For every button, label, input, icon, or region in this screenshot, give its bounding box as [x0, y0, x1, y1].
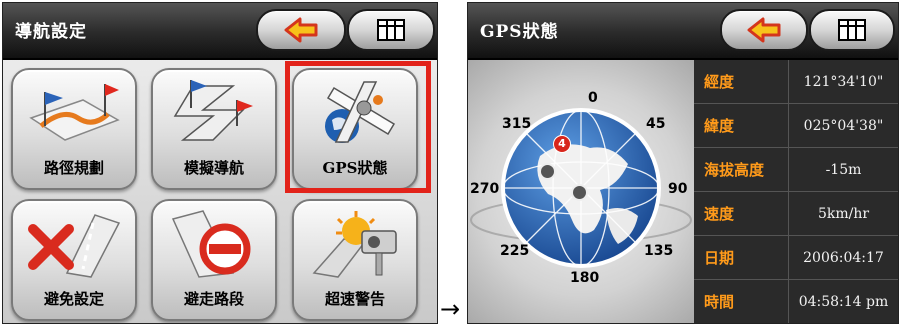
menu-item-avoid-road[interactable]: 避走路段	[151, 199, 277, 321]
menu-item-label: 路徑規劃	[43, 159, 104, 177]
simulation-navigation-icon	[173, 80, 253, 141]
info-row-altitude: 海拔高度 -15m	[694, 148, 898, 192]
nav-settings-screen: 導航設定 路徑規劃 模擬導航 GPS狀態 避免設定 避走路段 超速警告	[2, 2, 438, 324]
compass-label-e: 90	[668, 181, 688, 197]
info-label: 海拔高度	[704, 161, 765, 179]
menu-item-simulation[interactable]: 模擬導航	[151, 68, 277, 190]
title-bar: 導航設定	[3, 3, 437, 60]
back-button[interactable]	[720, 9, 808, 51]
menu-item-label: 模擬導航	[183, 159, 244, 177]
menu-item-label: 避免設定	[43, 290, 104, 308]
info-label: 速度	[704, 205, 735, 223]
back-arrow-icon	[747, 17, 781, 43]
route-planning-icon	[29, 84, 120, 141]
info-value: 025°04'38"	[788, 104, 898, 147]
compass-label-ne: 45	[646, 116, 666, 132]
back-button[interactable]	[256, 9, 346, 51]
grid-icon	[838, 19, 866, 41]
screen-title: GPS狀態	[480, 22, 559, 42]
highlight-frame	[285, 61, 431, 193]
info-value: 121°34'10"	[788, 60, 898, 103]
info-value: 5km/hr	[788, 192, 898, 235]
menu-item-route-planning[interactable]: 路徑規劃	[11, 68, 137, 190]
avoid-settings-icon	[28, 214, 121, 278]
info-row-speed: 速度 5km/hr	[694, 192, 898, 236]
screen-title: 導航設定	[15, 22, 87, 42]
grid-menu-button[interactable]	[809, 9, 895, 51]
menu-item-avoid-settings[interactable]: 避免設定	[11, 199, 137, 321]
info-row-time: 時間 04:58:14 pm	[694, 280, 898, 323]
grid-menu-button[interactable]	[347, 9, 435, 51]
avoid-road-icon	[171, 210, 251, 278]
compass-label-se: 135	[644, 243, 674, 259]
satellite-marker	[571, 184, 588, 201]
info-value: -15m	[788, 148, 898, 191]
satellite-marker: 4	[553, 135, 571, 153]
info-label: 日期	[704, 249, 735, 267]
info-row-longitude: 經度 121°34'10"	[694, 60, 898, 104]
compass-label-s: 180	[570, 270, 600, 286]
info-label: 緯度	[704, 117, 735, 135]
menu-item-label: 超速警告	[324, 290, 385, 308]
info-value: 2006:04:17	[788, 236, 898, 279]
info-row-latitude: 緯度 025°04'38"	[694, 104, 898, 148]
speed-camera-icon	[312, 211, 397, 278]
gps-status-screen: GPS狀態 0 45 90 135 180 225 270 315 4 經度 1…	[467, 2, 899, 324]
compass-label-w: 270	[470, 181, 500, 197]
title-bar: GPS狀態	[468, 3, 898, 60]
menu-item-speed-warning[interactable]: 超速警告	[292, 199, 418, 321]
info-value: 04:58:14 pm	[788, 280, 898, 323]
gps-info-panel: 經度 121°34'10" 緯度 025°04'38" 海拔高度 -15m 速度…	[694, 60, 898, 323]
compass-label-sw: 225	[500, 243, 530, 259]
transition-arrow: →	[440, 295, 461, 323]
info-label: 經度	[704, 73, 735, 91]
compass-label-nw: 315	[502, 116, 532, 132]
info-row-date: 日期 2006:04:17	[694, 236, 898, 280]
info-label: 時間	[704, 293, 735, 311]
satellite-marker	[539, 163, 556, 180]
menu-item-label: 避走路段	[183, 290, 244, 308]
grid-icon	[377, 19, 405, 41]
back-arrow-icon	[284, 17, 318, 43]
satellite-sky-view: 0 45 90 135 180 225 270 315 4	[468, 60, 694, 323]
compass-label-n: 0	[588, 90, 598, 106]
